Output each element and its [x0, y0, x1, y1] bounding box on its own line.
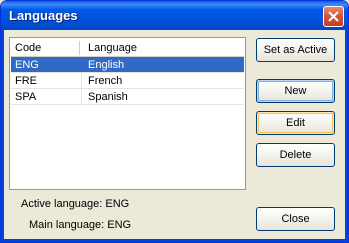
row-divider: [81, 57, 82, 72]
row-code: FRE: [15, 75, 37, 87]
list-header: Code Language: [11, 39, 244, 57]
table-row[interactable]: SPA Spanish: [11, 89, 244, 105]
languages-list[interactable]: Code Language ENG English FRE French SPA…: [9, 37, 246, 190]
table-row[interactable]: FRE French: [11, 73, 244, 89]
delete-button[interactable]: Delete: [256, 143, 335, 167]
column-header-language[interactable]: Language: [88, 42, 137, 54]
row-language: French: [88, 75, 123, 87]
window-border-left: [1, 30, 4, 242]
row-code: SPA: [15, 91, 37, 103]
window-title: Languages: [9, 8, 78, 23]
languages-dialog: Languages Code Language ENG English FRE …: [0, 0, 349, 243]
window-border-right: [345, 30, 348, 242]
row-code: ENG: [15, 59, 39, 71]
window-border-bottom: [1, 239, 348, 242]
active-language-label: Active language: ENG: [21, 198, 130, 210]
edit-button[interactable]: Edit: [256, 111, 335, 135]
row-language: Spanish: [88, 91, 128, 103]
table-row[interactable]: ENG English: [11, 57, 244, 73]
row-language: English: [88, 59, 125, 71]
column-header-code[interactable]: Code: [15, 42, 41, 54]
set-as-active-button[interactable]: Set as Active: [256, 38, 335, 62]
close-button[interactable]: Close: [256, 207, 335, 231]
close-window-button[interactable]: [323, 6, 344, 27]
title-bar[interactable]: Languages: [1, 1, 348, 30]
main-language-label: Main language: ENG: [29, 219, 132, 231]
new-button[interactable]: New: [256, 79, 335, 103]
close-icon: [328, 11, 339, 22]
row-divider: [81, 89, 82, 104]
column-divider[interactable]: [79, 41, 80, 55]
row-divider: [81, 73, 82, 88]
